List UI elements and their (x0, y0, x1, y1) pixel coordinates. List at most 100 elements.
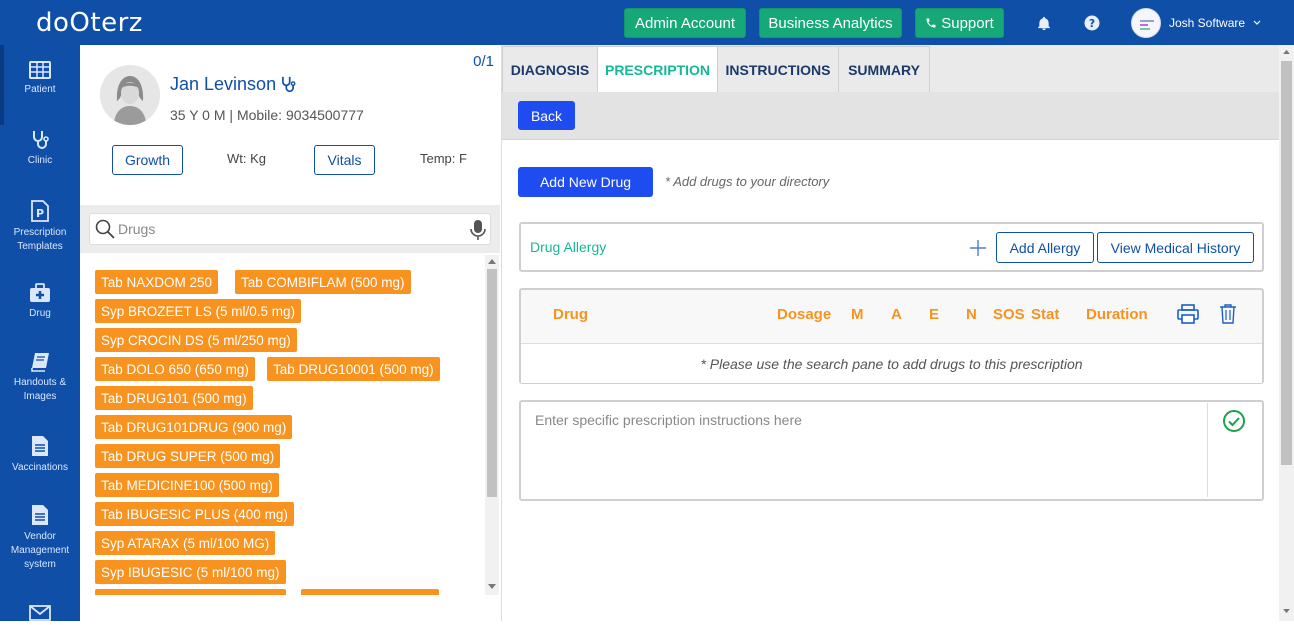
nav-item-mail[interactable] (0, 605, 80, 625)
drug-list-scrollbar[interactable] (485, 255, 499, 595)
column-m: M (851, 306, 864, 323)
drug-tag[interactable]: Tab DRUG SUPER (500 mg) (95, 444, 281, 468)
prescription-doc-icon: P (31, 200, 49, 222)
drug-tag[interactable]: Tab DRUG101 (500 mg) (95, 386, 253, 410)
drug-tag[interactable]: Tab NAXDOM 250 (95, 270, 219, 294)
drug-list-scroll-thumb[interactable] (487, 269, 497, 497)
grid-table-icon (29, 61, 51, 79)
empty-prescription-message: * Please use the search pane to add drug… (521, 343, 1262, 383)
tab-prescription[interactable]: PRESCRIPTION (597, 46, 718, 93)
user-avatar (1131, 8, 1161, 38)
drug-tag[interactable]: Tab MEDICINE100 (500 mg) (95, 473, 279, 497)
drug-tag[interactable]: Tab IBUGESIC PLUS (400 mg) (95, 502, 294, 526)
back-button[interactable]: Back (518, 101, 575, 130)
nav-item-handouts[interactable]: Handouts & Images (0, 352, 80, 404)
column-duration: Duration (1086, 306, 1148, 323)
drug-tag-partial[interactable] (301, 589, 439, 595)
drug-tag[interactable]: Tab DRUG10001 (500 mg) (267, 357, 440, 381)
patient-meta: 35 Y 0 M | Mobile: 9034500777 (170, 107, 364, 123)
help-icon[interactable]: ? (1082, 13, 1102, 33)
app-logo[interactable]: doOterz (36, 8, 143, 38)
drug-tag[interactable]: Syp BROZEET LS (5 ml/0.5 mg) (95, 299, 302, 323)
column-sos: SOS (993, 306, 1025, 323)
nav-label-handouts: Handouts & Images (13, 377, 67, 402)
column-e: E (929, 306, 940, 323)
add-new-drug-button[interactable]: Add New Drug (518, 167, 653, 197)
drug-tag-partial[interactable] (95, 589, 286, 595)
chevron-down-icon (1253, 20, 1261, 25)
tab-summary[interactable]: SUMMARY (838, 46, 930, 93)
nav-item-prescription-templates[interactable]: P Prescription Templates (0, 200, 80, 254)
support-label: Support (941, 14, 994, 32)
drug-tag[interactable]: Tab DOLO 650 (650 mg) (95, 357, 255, 381)
stethoscope-icon (282, 76, 296, 93)
nav-label-patient: Patient (24, 84, 56, 95)
nav-label-clinic: Clinic (27, 155, 53, 166)
side-nav: Patient Clinic P Prescription Templates … (0, 45, 80, 621)
vitals-button[interactable]: Vitals (314, 145, 375, 175)
drug-tag[interactable]: Tab DRUG101DRUG (900 mg) (95, 415, 293, 439)
patient-name[interactable]: Jan Levinson (170, 74, 296, 95)
drug-allergy-label: Drug Allergy (530, 239, 607, 255)
patient-name-text: Jan Levinson (170, 74, 277, 94)
check-circle-icon[interactable] (1222, 409, 1246, 433)
drug-tag[interactable]: Tab COMBIFLAM (500 mg) (235, 270, 411, 294)
drug-search-bar (80, 205, 500, 253)
prescription-drug-table: Drug Dosage M A E N SOS Stat Duration * … (519, 288, 1264, 384)
first-aid-kit-icon (30, 283, 50, 302)
nav-item-clinic[interactable]: Clinic (0, 130, 80, 168)
tab-diagnosis[interactable]: DIAGNOSIS (502, 46, 598, 93)
nav-label-prescription-templates: Prescription Templates (13, 227, 67, 252)
user-menu[interactable]: Josh Software (1131, 8, 1261, 38)
nav-label-vendor-management: Vendor Management system (10, 531, 70, 570)
search-icon (95, 219, 115, 239)
patient-header: Jan Levinson 35 Y 0 M | Mobile: 90345007… (80, 45, 500, 205)
svg-text:P: P (36, 207, 44, 220)
scroll-down-icon[interactable] (488, 584, 496, 590)
nav-item-vaccinations[interactable]: Vaccinations (0, 435, 80, 475)
nav-item-vendor-management[interactable]: Vendor Management system (0, 504, 80, 572)
prescription-instructions-input[interactable] (522, 403, 1208, 497)
drug-search-box (89, 213, 491, 245)
nav-item-drug[interactable]: Drug (0, 283, 80, 321)
tab-instructions[interactable]: INSTRUCTIONS (717, 46, 839, 93)
plus-icon[interactable] (969, 239, 987, 257)
bell-icon[interactable] (1034, 13, 1054, 33)
page-scrollbar[interactable] (1279, 45, 1294, 621)
document-icon (32, 505, 48, 525)
book-icon (31, 353, 49, 372)
nav-item-patient[interactable]: Patient (0, 61, 80, 97)
instructions-box (519, 400, 1264, 501)
document-icon (32, 436, 48, 456)
user-name: Josh Software (1169, 16, 1246, 30)
support-button[interactable]: Support (915, 8, 1004, 38)
view-medical-history-button[interactable]: View Medical History (1097, 232, 1254, 263)
trash-icon[interactable] (1219, 303, 1237, 324)
add-allergy-button[interactable]: Add Allergy (996, 232, 1094, 263)
mail-icon (29, 605, 51, 621)
column-dosage: Dosage (777, 306, 832, 323)
business-analytics-button[interactable]: Business Analytics (759, 8, 902, 38)
admin-account-button[interactable]: Admin Account (624, 8, 746, 38)
back-bar: Back (502, 92, 1280, 140)
temperature-value: Temp: F (420, 151, 467, 166)
top-bar: doOterz Admin Account Business Analytics… (0, 0, 1294, 45)
drug-tag[interactable]: Syp ATARAX (5 ml/100 MG) (95, 531, 276, 555)
page-scroll-thumb[interactable] (1281, 61, 1292, 465)
microphone-icon[interactable] (470, 219, 486, 241)
drug-tag[interactable]: Syp IBUGESIC (5 ml/100 mg) (95, 560, 286, 584)
scroll-up-icon[interactable] (1283, 49, 1290, 54)
drug-allergy-section: Drug Allergy Add Allergy View Medical Hi… (519, 222, 1264, 272)
column-drug: Drug (553, 306, 588, 323)
drug-search-input[interactable] (118, 214, 458, 244)
tab-bar: DIAGNOSIS PRESCRIPTION INSTRUCTIONS SUMM… (502, 45, 1280, 93)
nav-label-vaccinations: Vaccinations (12, 462, 68, 473)
scroll-down-icon[interactable] (1283, 609, 1290, 614)
print-icon[interactable] (1177, 304, 1199, 324)
growth-button[interactable]: Growth (112, 145, 183, 175)
add-drug-hint: * Add drugs to your directory (665, 174, 830, 189)
scroll-up-icon[interactable] (488, 258, 496, 264)
drug-tag[interactable]: Syp CROCIN DS (5 ml/250 mg) (95, 328, 297, 352)
column-a: A (891, 306, 902, 323)
patient-avatar (100, 65, 160, 125)
